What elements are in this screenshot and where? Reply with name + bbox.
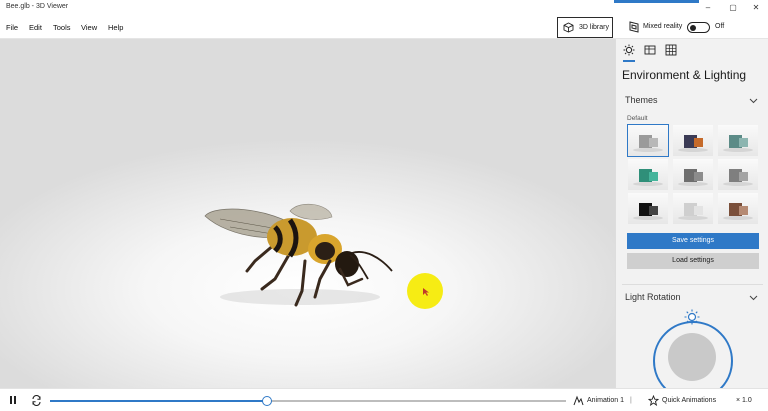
quick-animations-icon	[648, 395, 659, 406]
menu-help[interactable]: Help	[108, 23, 123, 32]
environment-panel: Environment & Lighting Themes Default Sa…	[615, 39, 768, 401]
title-bar: Bee.glb - 3D Viewer – ▢ ✕	[0, 0, 768, 16]
theme-6-thumbnail[interactable]	[718, 159, 758, 190]
bee-model[interactable]	[0, 39, 615, 388]
minimize-button[interactable]: –	[696, 0, 720, 16]
grid-icon[interactable]	[665, 44, 677, 56]
cube-icon	[563, 22, 574, 33]
animation-timeline[interactable]	[50, 400, 566, 402]
speed-selector[interactable]: × 1.0	[736, 397, 752, 404]
grid-stats-icon[interactable]	[644, 44, 656, 56]
loop-icon[interactable]	[31, 395, 42, 406]
close-button[interactable]: ✕	[744, 0, 768, 16]
3d-library-button[interactable]: 3D library	[557, 17, 613, 38]
load-settings-button[interactable]: Load settings	[627, 253, 759, 269]
pause-icon[interactable]	[9, 395, 17, 405]
mixed-reality-state: Off	[715, 23, 725, 30]
menu-file[interactable]: File	[6, 23, 18, 32]
3d-viewport[interactable]	[0, 39, 615, 388]
light-rotation-knob[interactable]	[668, 333, 716, 381]
maximize-button[interactable]: ▢	[721, 0, 745, 16]
3d-library-label: 3D library	[579, 23, 609, 31]
window-title: Bee.glb - 3D Viewer	[6, 3, 69, 10]
active-tab-indicator	[623, 60, 635, 62]
mixed-reality-toggle[interactable]	[687, 22, 710, 33]
theme-5-thumbnail[interactable]	[673, 159, 713, 190]
theme-8-thumbnail[interactable]	[673, 193, 713, 224]
mouse-cursor-icon	[423, 288, 429, 296]
section-divider	[622, 284, 763, 285]
toggle-knob	[690, 24, 696, 31]
theme-2-thumbnail[interactable]	[673, 125, 713, 156]
theme-3-thumbnail[interactable]	[718, 125, 758, 156]
panel-title: Environment & Lighting	[622, 68, 747, 82]
light-rotation-header[interactable]: Light Rotation	[625, 292, 681, 302]
menu-tools[interactable]: Tools	[53, 23, 71, 32]
mixed-reality-label: Mixed reality	[643, 23, 683, 30]
chevron-down-icon[interactable]	[749, 295, 758, 301]
theme-4-thumbnail[interactable]	[628, 159, 668, 190]
animation-selector[interactable]: Animation 1	[587, 397, 624, 404]
timeline-progress	[50, 400, 267, 402]
playback-bar: Animation 1 | Quick Animations × 1.0	[0, 388, 768, 411]
sun-icon[interactable]	[623, 44, 635, 56]
selected-theme-label: Default	[627, 115, 648, 122]
menu-edit[interactable]: Edit	[29, 23, 42, 32]
themes-header[interactable]: Themes	[625, 95, 658, 105]
divider-bar: |	[630, 397, 632, 404]
save-settings-button[interactable]: Save settings	[627, 233, 759, 249]
theme-default-thumbnail[interactable]	[627, 124, 669, 157]
theme-7-thumbnail[interactable]	[628, 193, 668, 224]
quick-animations-button[interactable]: Quick Animations	[662, 397, 716, 404]
chevron-down-icon[interactable]	[749, 98, 758, 104]
title-accent-strip	[614, 0, 699, 3]
timeline-scrubber[interactable]	[261, 396, 272, 406]
menu-view[interactable]: View	[81, 23, 97, 32]
theme-9-thumbnail[interactable]	[718, 193, 758, 224]
animation-icon	[573, 395, 584, 406]
mixed-reality-icon	[629, 21, 639, 33]
